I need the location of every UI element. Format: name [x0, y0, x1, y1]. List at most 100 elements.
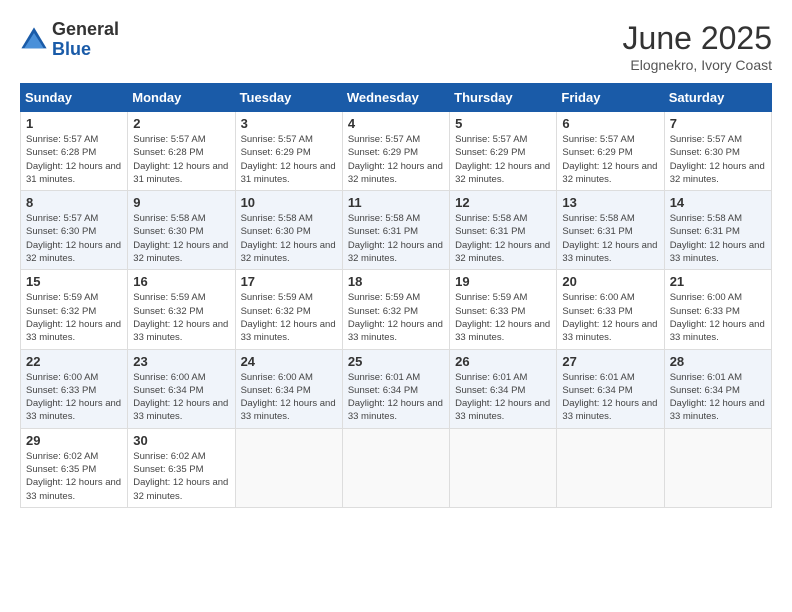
- day-info: Sunrise: 5:59 AMSunset: 6:32 PMDaylight:…: [133, 291, 229, 344]
- day-info: Sunrise: 5:59 AMSunset: 6:32 PMDaylight:…: [26, 291, 122, 344]
- day-info: Sunrise: 5:58 AMSunset: 6:30 PMDaylight:…: [133, 212, 229, 265]
- day-info: Sunrise: 6:02 AMSunset: 6:35 PMDaylight:…: [26, 450, 122, 503]
- calendar-header-saturday: Saturday: [664, 84, 771, 112]
- day-number: 20: [562, 274, 658, 289]
- day-number: 28: [670, 354, 766, 369]
- day-number: 15: [26, 274, 122, 289]
- day-number: 8: [26, 195, 122, 210]
- calendar-cell: 10Sunrise: 5:58 AMSunset: 6:30 PMDayligh…: [235, 191, 342, 270]
- day-number: 13: [562, 195, 658, 210]
- calendar-cell: 22Sunrise: 6:00 AMSunset: 6:33 PMDayligh…: [21, 349, 128, 428]
- calendar-cell: 21 Sunrise: 6:00 AMSunset: 6:33 PMDayligh…: [664, 270, 771, 349]
- day-number: 18: [348, 274, 444, 289]
- day-number: 17: [241, 274, 337, 289]
- day-info: Sunrise: 6:01 AMSunset: 6:34 PMDaylight:…: [670, 371, 766, 424]
- calendar-week-row: 22Sunrise: 6:00 AMSunset: 6:33 PMDayligh…: [21, 349, 772, 428]
- calendar-header-sunday: Sunday: [21, 84, 128, 112]
- logo-general: General: [52, 20, 119, 40]
- calendar-cell: 29 Sunrise: 6:02 AMSunset: 6:35 PMDayligh…: [21, 428, 128, 507]
- day-number: 10: [241, 195, 337, 210]
- day-info: Sunrise: 5:58 AMSunset: 6:31 PMDaylight:…: [455, 212, 551, 265]
- calendar-cell: 30 Sunrise: 6:02 AMSunset: 6:35 PMDayligh…: [128, 428, 235, 507]
- day-info: Sunrise: 5:57 AMSunset: 6:29 PMDaylight:…: [455, 133, 551, 186]
- calendar-header-friday: Friday: [557, 84, 664, 112]
- calendar-cell: [557, 428, 664, 507]
- calendar-cell: 2 Sunrise: 5:57 AMSunset: 6:28 PMDaylight…: [128, 112, 235, 191]
- day-number: 24: [241, 354, 337, 369]
- day-number: 21: [670, 274, 766, 289]
- day-info: Sunrise: 6:00 AMSunset: 6:34 PMDaylight:…: [241, 371, 337, 424]
- calendar-cell: 5 Sunrise: 5:57 AMSunset: 6:29 PMDaylight…: [450, 112, 557, 191]
- calendar-cell: 1 Sunrise: 5:57 AMSunset: 6:28 PMDaylight…: [21, 112, 128, 191]
- calendar-cell: 27 Sunrise: 6:01 AMSunset: 6:34 PMDayligh…: [557, 349, 664, 428]
- day-number: 1: [26, 116, 122, 131]
- calendar-week-row: 1 Sunrise: 5:57 AMSunset: 6:28 PMDaylight…: [21, 112, 772, 191]
- day-info: Sunrise: 5:57 AMSunset: 6:30 PMDaylight:…: [670, 133, 766, 186]
- calendar-week-row: 29 Sunrise: 6:02 AMSunset: 6:35 PMDayligh…: [21, 428, 772, 507]
- calendar-cell: 28 Sunrise: 6:01 AMSunset: 6:34 PMDayligh…: [664, 349, 771, 428]
- day-number: 7: [670, 116, 766, 131]
- calendar-week-row: 15 Sunrise: 5:59 AMSunset: 6:32 PMDayligh…: [21, 270, 772, 349]
- day-number: 14: [670, 195, 766, 210]
- logo-text: General Blue: [52, 20, 119, 60]
- calendar-cell: 8 Sunrise: 5:57 AMSunset: 6:30 PMDaylight…: [21, 191, 128, 270]
- day-info: Sunrise: 5:58 AMSunset: 6:31 PMDaylight:…: [562, 212, 658, 265]
- calendar-cell: 26 Sunrise: 6:01 AMSunset: 6:34 PMDayligh…: [450, 349, 557, 428]
- day-info: Sunrise: 6:02 AMSunset: 6:35 PMDaylight:…: [133, 450, 229, 503]
- day-number: 19: [455, 274, 551, 289]
- calendar-cell: 15 Sunrise: 5:59 AMSunset: 6:32 PMDayligh…: [21, 270, 128, 349]
- day-number: 9: [133, 195, 229, 210]
- logo-icon: [20, 26, 48, 54]
- calendar-cell: 19 Sunrise: 5:59 AMSunset: 6:33 PMDayligh…: [450, 270, 557, 349]
- day-number: 3: [241, 116, 337, 131]
- calendar-cell: 9 Sunrise: 5:58 AMSunset: 6:30 PMDaylight…: [128, 191, 235, 270]
- day-info: Sunrise: 6:01 AMSunset: 6:34 PMDaylight:…: [562, 371, 658, 424]
- calendar-cell: 4 Sunrise: 5:57 AMSunset: 6:29 PMDaylight…: [342, 112, 449, 191]
- calendar-cell: 25 Sunrise: 6:01 AMSunset: 6:34 PMDayligh…: [342, 349, 449, 428]
- calendar-header-tuesday: Tuesday: [235, 84, 342, 112]
- day-number: 16: [133, 274, 229, 289]
- calendar-cell: 23Sunrise: 6:00 AMSunset: 6:34 PMDayligh…: [128, 349, 235, 428]
- day-info: Sunrise: 6:01 AMSunset: 6:34 PMDaylight:…: [348, 371, 444, 424]
- day-info: Sunrise: 5:57 AMSunset: 6:29 PMDaylight:…: [241, 133, 337, 186]
- calendar-cell: [235, 428, 342, 507]
- logo-blue: Blue: [52, 40, 119, 60]
- calendar-cell: [342, 428, 449, 507]
- day-number: 2: [133, 116, 229, 131]
- calendar-cell: 17 Sunrise: 5:59 AMSunset: 6:32 PMDayligh…: [235, 270, 342, 349]
- location-subtitle: Elognekro, Ivory Coast: [623, 57, 772, 73]
- calendar-cell: 18Sunrise: 5:59 AMSunset: 6:32 PMDayligh…: [342, 270, 449, 349]
- day-info: Sunrise: 5:57 AMSunset: 6:28 PMDaylight:…: [26, 133, 122, 186]
- day-number: 26: [455, 354, 551, 369]
- day-info: Sunrise: 6:01 AMSunset: 6:34 PMDaylight:…: [455, 371, 551, 424]
- day-number: 11: [348, 195, 444, 210]
- page-header: General Blue June 2025 Elognekro, Ivory …: [20, 20, 772, 73]
- day-number: 30: [133, 433, 229, 448]
- calendar-cell: 13 Sunrise: 5:58 AMSunset: 6:31 PMDayligh…: [557, 191, 664, 270]
- calendar-cell: 16 Sunrise: 5:59 AMSunset: 6:32 PMDayligh…: [128, 270, 235, 349]
- title-area: June 2025 Elognekro, Ivory Coast: [623, 20, 772, 73]
- calendar-cell: 6Sunrise: 5:57 AMSunset: 6:29 PMDaylight…: [557, 112, 664, 191]
- day-info: Sunrise: 5:57 AMSunset: 6:30 PMDaylight:…: [26, 212, 122, 265]
- calendar-table: SundayMondayTuesdayWednesdayThursdayFrid…: [20, 83, 772, 508]
- day-number: 25: [348, 354, 444, 369]
- day-number: 22: [26, 354, 122, 369]
- day-number: 27: [562, 354, 658, 369]
- day-number: 5: [455, 116, 551, 131]
- day-number: 4: [348, 116, 444, 131]
- calendar-cell: 11Sunrise: 5:58 AMSunset: 6:31 PMDayligh…: [342, 191, 449, 270]
- calendar-cell: 3 Sunrise: 5:57 AMSunset: 6:29 PMDaylight…: [235, 112, 342, 191]
- calendar-week-row: 8 Sunrise: 5:57 AMSunset: 6:30 PMDaylight…: [21, 191, 772, 270]
- day-number: 29: [26, 433, 122, 448]
- calendar-header-thursday: Thursday: [450, 84, 557, 112]
- calendar-cell: [664, 428, 771, 507]
- day-info: Sunrise: 5:57 AMSunset: 6:28 PMDaylight:…: [133, 133, 229, 186]
- calendar-cell: 7 Sunrise: 5:57 AMSunset: 6:30 PMDaylight…: [664, 112, 771, 191]
- day-info: Sunrise: 6:00 AMSunset: 6:33 PMDaylight:…: [562, 291, 658, 344]
- day-info: Sunrise: 5:58 AMSunset: 6:31 PMDaylight:…: [670, 212, 766, 265]
- day-info: Sunrise: 5:59 AMSunset: 6:32 PMDaylight:…: [241, 291, 337, 344]
- month-title: June 2025: [623, 20, 772, 57]
- day-info: Sunrise: 5:57 AMSunset: 6:29 PMDaylight:…: [348, 133, 444, 186]
- day-info: Sunrise: 5:59 AMSunset: 6:33 PMDaylight:…: [455, 291, 551, 344]
- day-info: Sunrise: 6:00 AMSunset: 6:33 PMDaylight:…: [670, 291, 766, 344]
